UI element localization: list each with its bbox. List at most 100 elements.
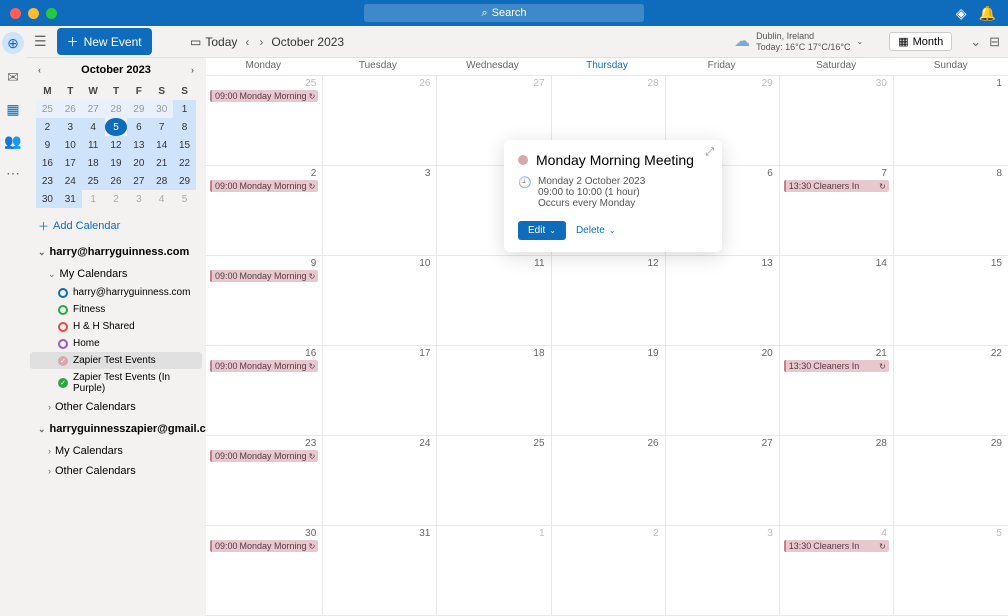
mini-cal-day[interactable]: 16: [36, 154, 59, 172]
day-cell[interactable]: 1: [437, 526, 551, 615]
mini-cal-day[interactable]: 1: [173, 100, 196, 118]
day-cell[interactable]: 26: [552, 436, 666, 525]
rail-mail-icon[interactable]: ✉: [4, 68, 22, 86]
day-cell[interactable]: 10: [323, 256, 437, 345]
calendar-event[interactable]: 09:00 Monday Morning↻: [210, 540, 318, 552]
prev-month-button[interactable]: ‹: [243, 35, 251, 49]
calendar-item[interactable]: Home: [30, 335, 202, 352]
mini-cal-day[interactable]: 6: [127, 118, 150, 136]
chevron-down-icon[interactable]: ⌄: [970, 34, 981, 50]
day-cell[interactable]: 13: [666, 256, 780, 345]
calendar-event[interactable]: 13:30 Cleaners In↻: [784, 180, 889, 192]
calendar-group[interactable]: ›Other Calendars: [30, 461, 202, 481]
mini-cal-day[interactable]: 11: [82, 136, 105, 154]
calendar-item[interactable]: Fitness: [30, 301, 202, 318]
day-cell[interactable]: 15: [894, 256, 1008, 345]
calendar-event[interactable]: 09:00 Monday Morning↻: [210, 180, 318, 192]
mini-cal-day[interactable]: 13: [127, 136, 150, 154]
mini-cal-day[interactable]: 8: [173, 118, 196, 136]
mini-cal-day[interactable]: 24: [59, 172, 82, 190]
day-cell[interactable]: 909:00 Monday Morning↻: [206, 256, 323, 345]
day-cell[interactable]: 3: [323, 166, 437, 255]
rail-home-icon[interactable]: ⊕: [2, 32, 24, 54]
mini-prev-month[interactable]: ‹: [38, 65, 41, 75]
next-month-button[interactable]: ›: [257, 35, 265, 49]
calendar-event[interactable]: 09:00 Monday Morning↻: [210, 270, 318, 282]
today-button[interactable]: ▭ Today: [190, 35, 237, 49]
day-cell[interactable]: 27: [666, 436, 780, 525]
day-cell[interactable]: 29: [894, 436, 1008, 525]
calendar-item[interactable]: H & H Shared: [30, 318, 202, 335]
day-cell[interactable]: 2509:00 Monday Morning↻: [206, 76, 323, 165]
mini-cal-day[interactable]: 5: [173, 190, 196, 208]
account-header[interactable]: ⌄harryguinnesszapier@gmail.com: [30, 417, 202, 441]
mini-cal-day[interactable]: 1: [82, 190, 105, 208]
mini-cal-day[interactable]: 9: [36, 136, 59, 154]
notifications-icon[interactable]: 🔔: [979, 5, 996, 22]
calendar-event[interactable]: 09:00 Monday Morning↻: [210, 360, 318, 372]
calendar-group[interactable]: ›My Calendars: [30, 441, 202, 461]
mini-cal-day[interactable]: 15: [173, 136, 196, 154]
calendar-event[interactable]: 13:30 Cleaners In↻: [784, 540, 889, 552]
day-cell[interactable]: 31: [323, 526, 437, 615]
day-cell[interactable]: 28: [780, 436, 894, 525]
day-cell[interactable]: 19: [552, 346, 666, 435]
maximize-window[interactable]: [46, 8, 57, 19]
filter-icon[interactable]: ⊟: [989, 34, 1000, 50]
mini-cal-day[interactable]: 30: [150, 100, 173, 118]
calendar-group[interactable]: ›Other Calendars: [30, 397, 202, 417]
day-cell[interactable]: 25: [437, 436, 551, 525]
mini-cal-day[interactable]: 27: [82, 100, 105, 118]
day-cell[interactable]: 2113:30 Cleaners In↻: [780, 346, 894, 435]
weather-widget[interactable]: ☁ Dublin, Ireland Today: 16°C 17°C/16°C …: [734, 31, 863, 53]
close-window[interactable]: [10, 8, 21, 19]
mini-cal-day[interactable]: 3: [127, 190, 150, 208]
day-cell[interactable]: 17: [323, 346, 437, 435]
add-calendar-link[interactable]: ＋ Add Calendar: [38, 218, 194, 234]
mini-cal-day[interactable]: 28: [150, 172, 173, 190]
mini-cal-day[interactable]: 29: [127, 100, 150, 118]
mini-cal-day[interactable]: 30: [36, 190, 59, 208]
mini-cal-day[interactable]: 5: [105, 118, 128, 136]
calendar-group[interactable]: ⌄My Calendars: [30, 264, 202, 284]
mini-cal-day[interactable]: 4: [82, 118, 105, 136]
day-cell[interactable]: 24: [323, 436, 437, 525]
menu-icon[interactable]: ☰: [34, 33, 47, 50]
day-cell[interactable]: 3009:00 Monday Morning↻: [206, 526, 323, 615]
day-cell[interactable]: 22: [894, 346, 1008, 435]
mini-cal-day[interactable]: 27: [127, 172, 150, 190]
calendar-item[interactable]: ✓Zapier Test Events (In Purple): [30, 369, 202, 397]
mini-cal-day[interactable]: 2: [36, 118, 59, 136]
mini-cal-day[interactable]: 28: [105, 100, 128, 118]
day-cell[interactable]: 14: [780, 256, 894, 345]
rail-more-icon[interactable]: ⋯: [4, 164, 22, 182]
day-cell[interactable]: 11: [437, 256, 551, 345]
mini-cal-day[interactable]: 3: [59, 118, 82, 136]
day-cell[interactable]: 18: [437, 346, 551, 435]
day-cell[interactable]: 413:30 Cleaners In↻: [780, 526, 894, 615]
expand-icon[interactable]: ⤢: [705, 146, 714, 159]
day-cell[interactable]: 5: [894, 526, 1008, 615]
mini-cal-day[interactable]: 23: [36, 172, 59, 190]
mini-cal-day[interactable]: 25: [36, 100, 59, 118]
day-cell[interactable]: 12: [552, 256, 666, 345]
mini-cal-day[interactable]: 2: [105, 190, 128, 208]
calendar-item[interactable]: harry@harryguinness.com: [30, 284, 202, 301]
minimize-window[interactable]: [28, 8, 39, 19]
mini-cal-day[interactable]: 20: [127, 154, 150, 172]
day-cell[interactable]: 20: [666, 346, 780, 435]
mini-cal-day[interactable]: 10: [59, 136, 82, 154]
delete-button[interactable]: Delete ⌄: [576, 225, 616, 236]
mini-cal-day[interactable]: 18: [82, 154, 105, 172]
day-cell[interactable]: 209:00 Monday Morning↻: [206, 166, 323, 255]
mini-cal-day[interactable]: 31: [59, 190, 82, 208]
edit-button[interactable]: Edit ⌄: [518, 221, 566, 240]
mini-cal-day[interactable]: 26: [105, 172, 128, 190]
day-cell[interactable]: 2309:00 Monday Morning↻: [206, 436, 323, 525]
mini-cal-day[interactable]: 26: [59, 100, 82, 118]
calendar-event[interactable]: 09:00 Monday Morning↻: [210, 90, 318, 102]
mini-cal-day[interactable]: 7: [150, 118, 173, 136]
mini-cal-day[interactable]: 14: [150, 136, 173, 154]
mini-cal-day[interactable]: 25: [82, 172, 105, 190]
account-header[interactable]: ⌄harry@harryguinness.com: [30, 240, 202, 264]
